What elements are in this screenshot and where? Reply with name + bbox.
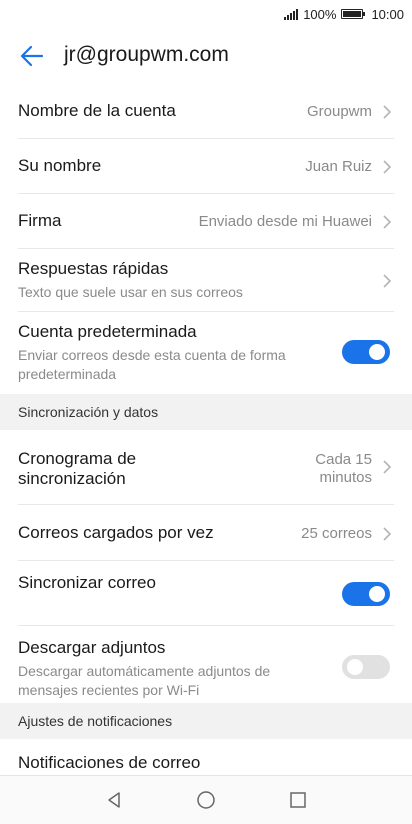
signature-row[interactable]: Firma Enviado desde mi Huawei xyxy=(18,194,394,249)
default-account-description-line2: predeterminada xyxy=(18,366,117,382)
chevron-right-icon xyxy=(383,274,392,288)
back-arrow-icon[interactable] xyxy=(18,42,46,70)
battery-percent: 100% xyxy=(303,6,337,22)
sync-schedule-value-line1: Cada 15 xyxy=(315,451,372,468)
chevron-right-icon xyxy=(383,527,392,541)
app-bar: jr@groupwm.com xyxy=(0,28,412,84)
account-name-row[interactable]: Nombre de la cuenta Groupwm xyxy=(18,84,394,139)
sync-mail-row[interactable]: Sincronizar correo xyxy=(18,561,394,626)
quick-replies-description: Texto que suele usar en sus correos xyxy=(18,284,243,300)
sync-schedule-row[interactable]: Cronograma de sincronización Cada 15 min… xyxy=(18,430,394,505)
account-name-label: Nombre de la cuenta xyxy=(18,101,176,120)
mail-notifications-row[interactable]: Notificaciones de correo xyxy=(18,739,394,779)
nav-back-icon[interactable] xyxy=(104,790,124,810)
sync-schedule-label-line1: Cronograma de xyxy=(18,449,137,468)
emails-per-load-label: Correos cargados por vez xyxy=(18,523,214,542)
default-account-description-line1: Enviar correos desde esta cuenta de form… xyxy=(18,347,286,363)
default-account-label: Cuenta predeterminada xyxy=(18,322,197,341)
chevron-right-icon xyxy=(383,460,392,474)
clock: 10:00 xyxy=(371,6,404,22)
settings-list: Nombre de la cuenta Groupwm Su nombre Ju… xyxy=(0,84,412,779)
sync-schedule-label-line2: sincronización xyxy=(18,469,126,488)
sync-mail-label: Sincronizar correo xyxy=(18,573,156,592)
page-title: jr@groupwm.com xyxy=(64,43,229,66)
chevron-right-icon xyxy=(383,215,392,229)
default-account-toggle[interactable] xyxy=(342,340,390,364)
your-name-row[interactable]: Su nombre Juan Ruiz xyxy=(18,139,394,194)
signal-icon xyxy=(284,8,299,20)
quick-replies-row[interactable]: Respuestas rápidas Texto que suele usar … xyxy=(18,249,394,312)
download-attachments-description-line2: mensajes recientes por Wi-Fi xyxy=(18,682,200,698)
signature-value: Enviado desde mi Huawei xyxy=(198,213,372,230)
signature-label: Firma xyxy=(18,211,62,230)
nav-recents-icon[interactable] xyxy=(288,790,308,810)
default-account-row[interactable]: Cuenta predeterminada Enviar correos des… xyxy=(18,312,394,394)
status-bar: 100% 10:00 xyxy=(0,0,412,28)
download-attachments-row[interactable]: Descargar adjuntos Descargar automáticam… xyxy=(18,626,394,703)
mail-notifications-label: Notificaciones de correo xyxy=(18,753,201,772)
account-name-value: Groupwm xyxy=(306,103,372,120)
chevron-right-icon xyxy=(383,105,392,119)
notifications-section-header: Ajustes de notificaciones xyxy=(0,703,412,739)
your-name-value: Juan Ruiz xyxy=(305,158,372,175)
chevron-right-icon xyxy=(383,160,392,174)
emails-per-load-value: 25 correos xyxy=(301,525,372,542)
emails-per-load-row[interactable]: Correos cargados por vez 25 correos xyxy=(18,505,394,561)
download-attachments-description-line1: Descargar automáticamente adjuntos de xyxy=(18,663,271,679)
battery-icon xyxy=(341,9,366,19)
sync-section-header: Sincronización y datos xyxy=(0,394,412,430)
download-attachments-label: Descargar adjuntos xyxy=(18,638,166,657)
your-name-label: Su nombre xyxy=(18,156,102,175)
navigation-bar xyxy=(0,775,412,824)
sync-mail-toggle[interactable] xyxy=(342,582,390,606)
download-attachments-toggle[interactable] xyxy=(342,655,390,679)
quick-replies-label: Respuestas rápidas xyxy=(18,259,169,278)
sync-schedule-value-line2: minutos xyxy=(319,469,372,486)
nav-home-icon[interactable] xyxy=(196,790,216,810)
